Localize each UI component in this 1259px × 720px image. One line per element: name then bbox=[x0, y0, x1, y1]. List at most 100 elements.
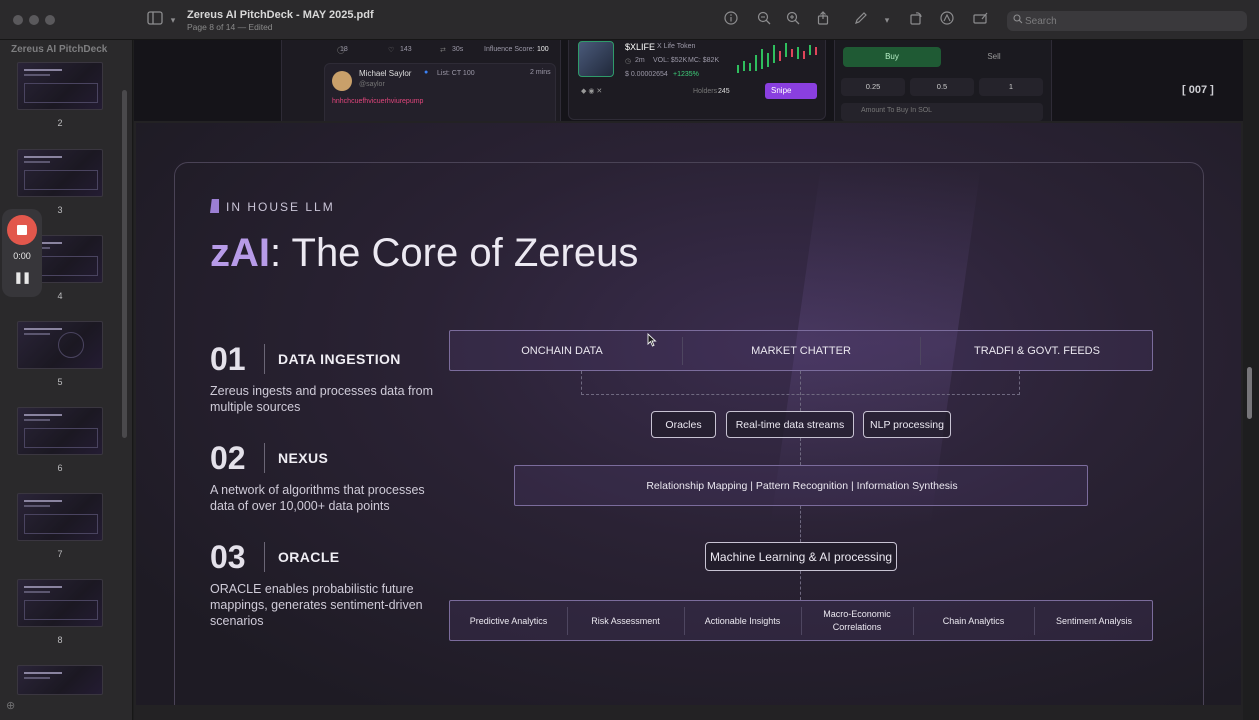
chevron-down-icon[interactable]: ▾ bbox=[878, 11, 896, 29]
buy-label: Buy bbox=[885, 52, 899, 61]
repost-icon: ⇄ bbox=[440, 47, 446, 54]
zoom-window-button[interactable] bbox=[45, 15, 55, 25]
step-title: DATA INGESTION bbox=[278, 351, 401, 367]
page-marker: [ 007 ] bbox=[1182, 84, 1214, 96]
step-description: Zereus ingests and processes data from m… bbox=[210, 384, 434, 414]
sidebar-document-title: Zereus AI PitchDeck bbox=[11, 44, 108, 55]
document-viewer: 18 ◯ ♡ 143 ⇄ 30s Influence Score: 100 Mi… bbox=[134, 40, 1243, 720]
snipe-button[interactable]: Snipe bbox=[765, 83, 817, 99]
screen-recorder-widget: 0:00 ❚❚ bbox=[2, 209, 42, 297]
social-icons: ◆ ◉ ✕ bbox=[581, 88, 603, 95]
page-number-label: 4 bbox=[57, 291, 63, 301]
buy-button[interactable]: Buy bbox=[843, 47, 941, 67]
page-thumbnail-9[interactable] bbox=[17, 665, 103, 695]
token-name: X Life Token bbox=[657, 43, 696, 50]
heart-icon: ♡ bbox=[388, 47, 395, 54]
slide-page-8: IN HOUSE LLM zAI: The Core of Zereus 01 … bbox=[136, 123, 1241, 705]
chevron-down-icon[interactable]: ▾ bbox=[164, 11, 182, 29]
slide-headline: zAI: The Core of Zereus bbox=[210, 231, 638, 276]
avatar bbox=[332, 71, 352, 91]
window-toolbar: ▾ Zereus AI PitchDeck - MAY 2025.pdf Pag… bbox=[0, 0, 1259, 40]
token-card: $XLIFE X Life Token ◷ 2m VOL: $52K MC: $… bbox=[568, 40, 826, 120]
mouse-cursor-icon bbox=[647, 333, 657, 347]
amount-option[interactable]: 0.25 bbox=[841, 78, 905, 96]
page-thumbnail-8[interactable] bbox=[17, 579, 103, 627]
step-title: ORACLE bbox=[278, 549, 340, 565]
rotate-icon[interactable] bbox=[907, 11, 925, 29]
page-indicator: Page 8 of 14 — Edited bbox=[187, 22, 273, 32]
page-thumbnail-6[interactable] bbox=[17, 407, 103, 455]
search-input[interactable] bbox=[1025, 11, 1240, 31]
influence-label: Influence Score: bbox=[484, 46, 535, 53]
chip-oracles: Oracles bbox=[651, 411, 716, 438]
previous-page-preview: 18 ◯ ♡ 143 ⇄ 30s Influence Score: 100 Mi… bbox=[134, 40, 1243, 121]
chip-realtime-streams: Real-time data streams bbox=[726, 411, 854, 438]
amount-option[interactable]: 1 bbox=[979, 78, 1043, 96]
step-number: 03 bbox=[210, 539, 246, 575]
output-chain-analytics: Chain Analytics bbox=[942, 615, 1005, 626]
influence-score: 100 bbox=[537, 46, 549, 53]
share-icon[interactable] bbox=[814, 11, 832, 29]
sell-label: Sell bbox=[987, 52, 1001, 61]
document-scrollbar[interactable] bbox=[1247, 367, 1252, 419]
token-image bbox=[578, 41, 614, 77]
output-actionable-insights: Actionable Insights bbox=[704, 615, 781, 626]
verified-icon: ● bbox=[424, 69, 429, 76]
post-time: 2 mins bbox=[530, 69, 551, 76]
source-onchain: ONCHAIN DATA bbox=[521, 344, 603, 357]
page-number-label: 5 bbox=[57, 377, 63, 387]
step-divider bbox=[264, 542, 265, 572]
markup-pen-icon[interactable] bbox=[852, 11, 870, 29]
output-predictive-analytics: Predictive Analytics bbox=[469, 615, 548, 626]
amount-value: 0.5 bbox=[936, 82, 948, 91]
chip-ml-ai: Machine Learning & AI processing bbox=[705, 542, 897, 571]
zoom-out-icon[interactable] bbox=[755, 11, 773, 29]
amount-input[interactable]: Amount To Buy In SOL bbox=[841, 103, 1043, 121]
info-icon[interactable] bbox=[722, 11, 740, 29]
page-thumbnail-3[interactable] bbox=[17, 149, 103, 197]
form-fill-icon[interactable] bbox=[972, 11, 990, 29]
source-tradfi: TRADFI & GOVT. FEEDS bbox=[974, 344, 1100, 357]
like-count: 143 bbox=[400, 46, 412, 53]
add-page-icon[interactable]: ⊕ bbox=[6, 699, 15, 712]
page-number-label: 6 bbox=[57, 463, 63, 473]
page-number-label: 7 bbox=[57, 549, 63, 559]
token-volume: VOL: $52K bbox=[653, 57, 688, 64]
token-price: $ 0.00002654 bbox=[625, 71, 668, 78]
close-window-button[interactable] bbox=[13, 15, 23, 25]
token-symbol: $XLIFE bbox=[625, 42, 656, 52]
comment-icon: ◯ bbox=[337, 47, 345, 54]
amount-value: 1 bbox=[1008, 82, 1014, 91]
minimize-window-button[interactable] bbox=[29, 15, 39, 25]
sidebar-scrollbar[interactable] bbox=[122, 90, 127, 438]
headline-rest: : The Core of Zereus bbox=[270, 231, 639, 275]
pause-icon[interactable]: ❚❚ bbox=[2, 271, 42, 284]
sidebar-toggle-icon[interactable] bbox=[146, 11, 164, 29]
step-divider bbox=[264, 344, 265, 374]
token-age: 2m bbox=[635, 57, 645, 64]
recording-timer: 0:00 bbox=[13, 251, 31, 261]
amount-value: 0.25 bbox=[865, 82, 881, 91]
page-thumbnail-7[interactable] bbox=[17, 493, 103, 541]
token-change: +1235% bbox=[673, 71, 699, 78]
page-thumbnail-2[interactable] bbox=[17, 62, 103, 110]
nexus-bar: Relationship Mapping | Pattern Recogniti… bbox=[514, 465, 1088, 506]
repost-count: 30s bbox=[452, 46, 464, 53]
chip-nlp: NLP processing bbox=[863, 411, 951, 438]
slide-eyebrow: IN HOUSE LLM bbox=[226, 200, 335, 214]
nexus-bar-label: Relationship Mapping | Pattern Recogniti… bbox=[646, 479, 958, 492]
price-sparkline bbox=[737, 43, 817, 73]
sell-button[interactable]: Sell bbox=[945, 47, 1043, 67]
page-number-label: 8 bbox=[57, 635, 63, 645]
connector-line bbox=[800, 438, 801, 465]
amount-option[interactable]: 0.5 bbox=[910, 78, 974, 96]
stop-recording-button[interactable] bbox=[7, 215, 37, 245]
zoom-in-icon[interactable] bbox=[784, 11, 802, 29]
data-sources-row: ONCHAIN DATA MARKET CHATTER TRADFI & GOV… bbox=[449, 330, 1153, 371]
markup-circle-icon[interactable] bbox=[938, 11, 956, 29]
thumbnail-sidebar: Zereus AI PitchDeck 2 3 4 5 6 7 8 ⊕ bbox=[0, 40, 133, 720]
search-field[interactable] bbox=[1007, 11, 1247, 31]
trade-panel: Buy Sell 0.25 0.5 1 Amount To Buy In SOL bbox=[834, 40, 1052, 121]
page-thumbnail-5[interactable] bbox=[17, 321, 103, 369]
output-risk-assessment: Risk Assessment bbox=[591, 615, 660, 626]
